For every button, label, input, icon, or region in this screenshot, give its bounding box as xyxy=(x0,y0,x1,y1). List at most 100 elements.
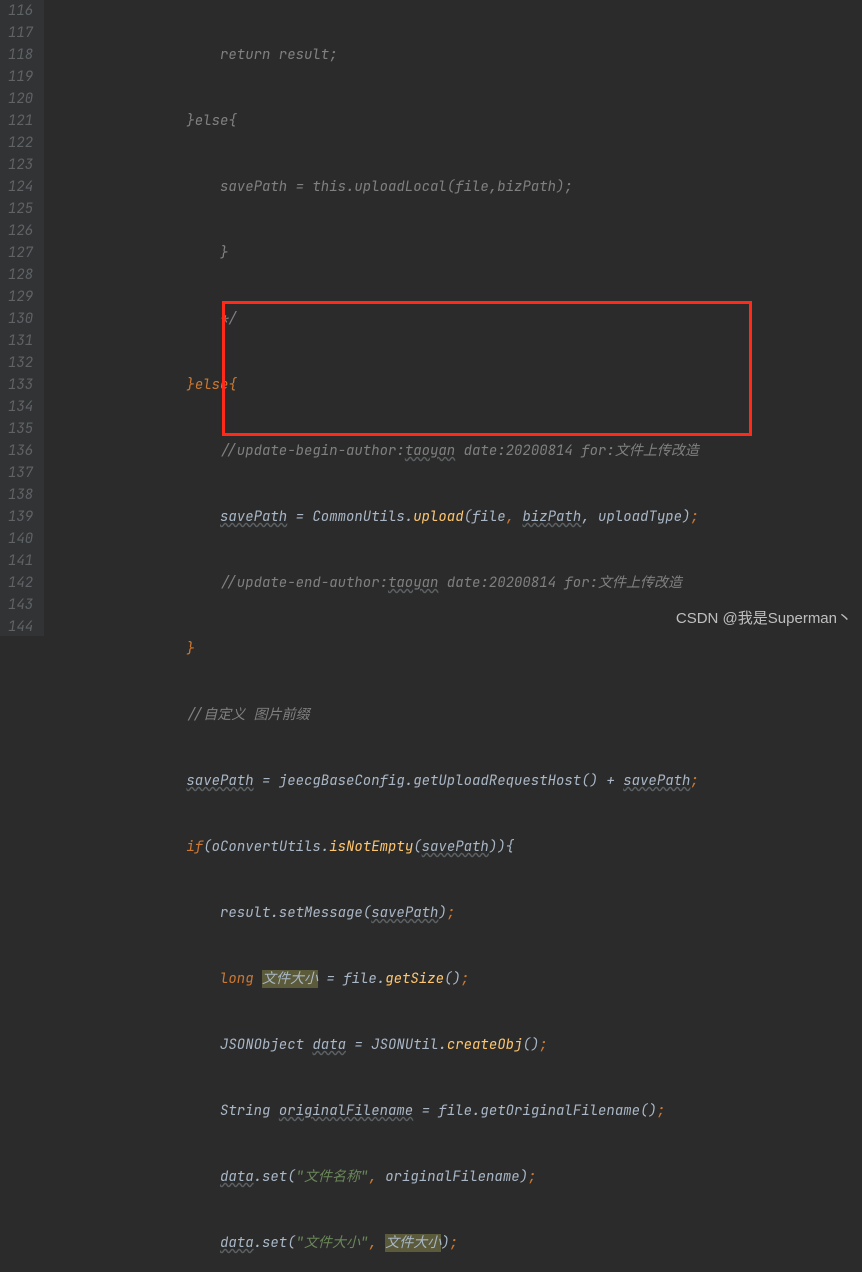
line-number: 131 xyxy=(8,330,32,352)
line-number: 139 xyxy=(8,506,32,528)
code-token: = jeecgBaseConfig.getUploadRequestHost()… xyxy=(254,772,624,790)
line-number: 123 xyxy=(8,154,32,176)
code-token: savePath xyxy=(371,904,438,922)
code-token: ; xyxy=(690,772,698,790)
code-line: } xyxy=(44,242,862,264)
code-token: originalFilename xyxy=(385,1168,519,1186)
code-token: bizPath xyxy=(522,508,581,526)
line-number: 124 xyxy=(8,176,32,198)
code-token: ; xyxy=(539,1036,547,1054)
code-token: = file. xyxy=(318,970,385,988)
code-editor: 116 117 118 119 120 121 122 123 124 125 … xyxy=(0,0,862,636)
code-line: data.set("文件名称", originalFilename); xyxy=(44,1166,862,1188)
code-token: JSONObject xyxy=(220,1036,312,1054)
code-token: () xyxy=(444,970,461,988)
code-token: = file.getOriginalFilename() xyxy=(413,1102,657,1120)
code-token: savePath xyxy=(186,772,253,790)
line-number: 135 xyxy=(8,418,32,440)
code-token: ( xyxy=(413,838,421,856)
code-token: file xyxy=(472,508,506,526)
code-token: ( xyxy=(464,508,472,526)
code-line: result.setMessage(savePath); xyxy=(44,902,862,924)
code-line: }else{ xyxy=(44,110,862,132)
code-token: ; xyxy=(690,508,698,526)
code-line: }else{ xyxy=(44,374,862,396)
code-token: //update-end-author: xyxy=(220,574,388,592)
code-token: taoyan xyxy=(405,442,455,460)
line-gutter: 116 117 118 119 120 121 122 123 124 125 … xyxy=(0,0,44,636)
code-token: .set( xyxy=(254,1168,296,1186)
watermark-text: CSDN @我是Superman丶 xyxy=(676,608,852,630)
code-token: isNotEmpty xyxy=(329,838,413,856)
code-line: //update-end-author:taoyan date:20200814… xyxy=(44,572,862,594)
code-token: 文件大小 xyxy=(262,970,318,988)
code-line: if(oConvertUtils.isNotEmpty(savePath)){ xyxy=(44,836,862,858)
code-token: )){ xyxy=(489,838,514,856)
code-token: "文件名称" xyxy=(296,1168,369,1186)
code-line: */ xyxy=(44,308,862,330)
code-token: ; xyxy=(657,1102,665,1120)
code-token: .setMessage( xyxy=(270,904,371,922)
code-token: , uploadType) xyxy=(581,508,690,526)
code-line: savePath = this.uploadLocal(file,bizPath… xyxy=(44,176,862,198)
code-token: ; xyxy=(447,904,455,922)
line-number: 126 xyxy=(8,220,32,242)
code-line: JSONObject data = JSONUtil.createObj(); xyxy=(44,1034,862,1056)
line-number: 127 xyxy=(8,242,32,264)
line-number: 130 xyxy=(8,308,32,330)
code-token: ; xyxy=(528,1168,536,1186)
code-area[interactable]: return result; }else{ savePath = this.up… xyxy=(44,0,862,636)
code-token: savePath xyxy=(422,838,489,856)
code-line: long 文件大小 = file.getSize(); xyxy=(44,968,862,990)
line-number: 121 xyxy=(8,110,32,132)
code-token: date:20200814 for:文件上传改造 xyxy=(455,442,699,460)
code-line: } xyxy=(44,638,862,660)
code-token: data xyxy=(220,1234,254,1252)
line-number: 118 xyxy=(8,44,32,66)
code-token: originalFilename xyxy=(279,1102,413,1120)
code-line: data.set("文件大小", 文件大小); xyxy=(44,1232,862,1254)
line-number: 143 xyxy=(8,594,32,616)
code-token: result xyxy=(220,904,270,922)
code-token: .set( xyxy=(254,1234,296,1252)
line-number: 132 xyxy=(8,352,32,374)
code-token: = CommonUtils. xyxy=(287,508,413,526)
code-line: return result; xyxy=(44,44,862,66)
code-token: (oConvertUtils. xyxy=(203,838,329,856)
code-token: else xyxy=(195,376,229,394)
code-token: ; xyxy=(461,970,469,988)
code-line: savePath = CommonUtils.upload(file, bizP… xyxy=(44,506,862,528)
code-token: = JSONUtil. xyxy=(346,1036,447,1054)
code-token: upload xyxy=(413,508,463,526)
code-token: }else{ xyxy=(186,112,236,130)
code-token: 文件大小 xyxy=(385,1234,441,1252)
code-token: if xyxy=(186,838,203,856)
code-token: //update-begin-author: xyxy=(220,442,405,460)
line-number: 117 xyxy=(8,22,32,44)
code-token: //自定义 图片前缀 xyxy=(186,706,309,724)
line-number: 142 xyxy=(8,572,32,594)
code-token: } xyxy=(220,244,228,262)
code-token: ) xyxy=(441,1234,449,1252)
code-token: savePath xyxy=(623,772,690,790)
line-number: 120 xyxy=(8,88,32,110)
code-line: //update-begin-author:taoyan date:202008… xyxy=(44,440,862,462)
code-token: () xyxy=(522,1036,539,1054)
code-token: return result; xyxy=(220,46,338,64)
line-number: 138 xyxy=(8,484,32,506)
code-token: ) xyxy=(520,1168,528,1186)
code-token: String xyxy=(220,1102,279,1120)
code-token: createObj xyxy=(447,1036,523,1054)
line-number: 128 xyxy=(8,264,32,286)
code-token: taoyan xyxy=(388,574,438,592)
code-line: //自定义 图片前缀 xyxy=(44,704,862,726)
code-token: } xyxy=(186,376,194,394)
code-token: long xyxy=(220,970,262,988)
code-token: { xyxy=(228,376,236,394)
line-number: 119 xyxy=(8,66,32,88)
line-number: 137 xyxy=(8,462,32,484)
line-number: 144 xyxy=(8,616,32,638)
line-number: 133 xyxy=(8,374,32,396)
code-token: data xyxy=(220,1168,254,1186)
code-token: date:20200814 for:文件上传改造 xyxy=(438,574,682,592)
